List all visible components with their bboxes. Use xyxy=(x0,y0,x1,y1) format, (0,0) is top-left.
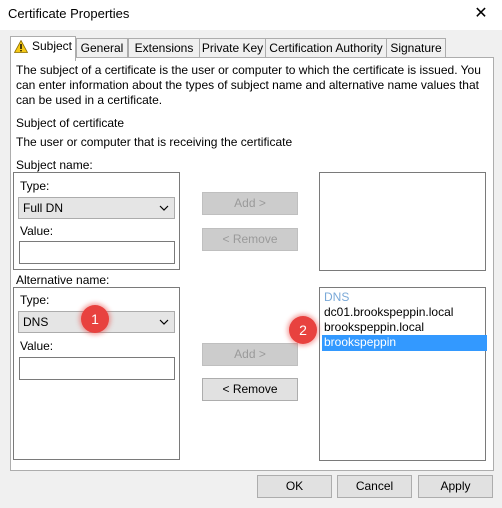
annotation-badge-1: 1 xyxy=(81,305,109,333)
tab-strip: Subject General Extensions Private Key C… xyxy=(10,36,494,61)
subject-value-input[interactable] xyxy=(19,241,175,264)
list-item-selected[interactable]: brookspeppin xyxy=(322,335,487,351)
apply-button[interactable]: Apply xyxy=(418,475,493,498)
cancel-button[interactable]: Cancel xyxy=(337,475,412,498)
subject-of-certificate-description: The user or computer that is receiving t… xyxy=(16,135,293,149)
alternative-name-list[interactable]: DNS dc01.brookspeppin.local brookspeppin… xyxy=(319,287,487,461)
subject-value-label: Value: xyxy=(20,224,54,238)
tab-signature[interactable]: Signature xyxy=(386,38,446,59)
warning-icon xyxy=(13,40,28,54)
subject-type-select[interactable]: Full DN xyxy=(18,197,175,219)
alt-type-label: Type: xyxy=(20,293,50,307)
chevron-down-icon xyxy=(159,319,169,325)
subject-type-value: Full DN xyxy=(23,201,64,215)
alt-type-value: DNS xyxy=(23,315,49,329)
alt-add-button[interactable]: Add > xyxy=(202,343,298,366)
tab-subject[interactable]: Subject xyxy=(10,36,76,61)
tab-label: Subject xyxy=(31,39,73,53)
window-title: Certificate Properties xyxy=(8,6,130,21)
alt-value-label: Value: xyxy=(20,339,54,353)
tab-extensions[interactable]: Extensions xyxy=(128,38,200,59)
intro-text: The subject of a certificate is the user… xyxy=(16,63,481,107)
alt-value-input[interactable] xyxy=(19,357,175,380)
subject-name-list[interactable] xyxy=(319,172,486,271)
alt-remove-button[interactable]: < Remove xyxy=(202,378,298,401)
chevron-down-icon xyxy=(159,205,169,211)
alternative-name-group-label: Alternative name: xyxy=(16,273,110,287)
annotation-badge-2: 2 xyxy=(289,316,317,344)
close-button[interactable]: ✕ xyxy=(466,3,496,25)
list-item[interactable]: dc01.brookspeppin.local xyxy=(322,305,485,321)
tab-private-key[interactable]: Private Key xyxy=(199,38,266,59)
subject-add-button[interactable]: Add > xyxy=(202,192,298,215)
subject-type-label: Type: xyxy=(20,179,50,193)
subject-name-group-label: Subject name: xyxy=(16,158,93,172)
ok-button[interactable]: OK xyxy=(257,475,332,498)
list-header-dns: DNS xyxy=(324,290,350,304)
subject-of-certificate-heading: Subject of certificate xyxy=(16,116,125,130)
list-item[interactable]: brookspeppin.local xyxy=(322,320,485,336)
tab-general[interactable]: General xyxy=(76,38,128,59)
subject-remove-button[interactable]: < Remove xyxy=(202,228,298,251)
tab-certification-authority[interactable]: Certification Authority xyxy=(265,38,387,59)
